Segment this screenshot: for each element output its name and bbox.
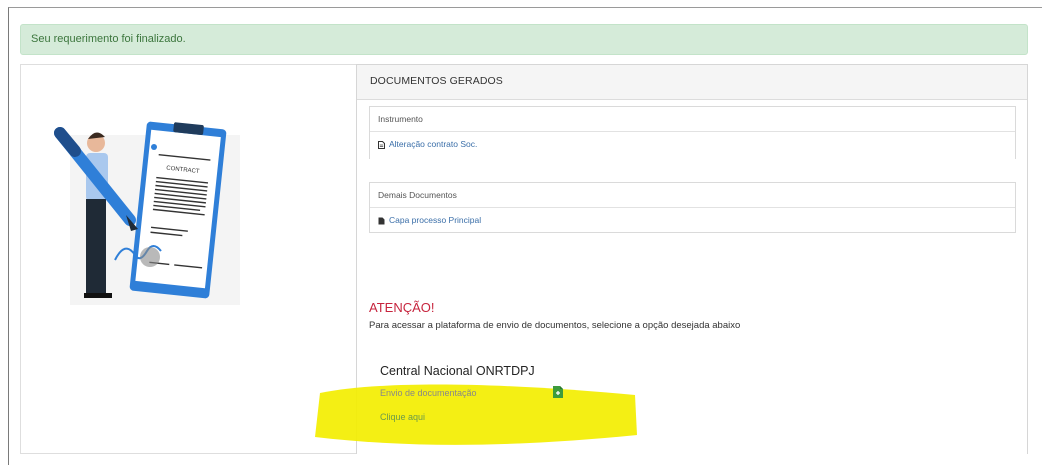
- document-icon: [378, 217, 385, 225]
- document-icon: [378, 140, 385, 149]
- section-row: Capa processo Principal: [370, 208, 1015, 233]
- success-alert: Seu requerimento foi finalizado.: [20, 24, 1028, 55]
- alert-message: Seu requerimento foi finalizado.: [31, 33, 186, 45]
- panel-title: DOCUMENTOS GERADOS: [357, 65, 1027, 100]
- attention-text: Para acessar a plataforma de envio de do…: [369, 320, 741, 331]
- document-link-capa[interactable]: Capa processo Principal: [389, 215, 481, 225]
- section-row: Alteração contrato Soc.: [370, 132, 1015, 157]
- click-here-link[interactable]: Clique aqui: [380, 412, 425, 422]
- instrument-section: Instrumento Alteração contrato Soc.: [369, 106, 1016, 159]
- attention-title: ATENÇÃO!: [369, 300, 435, 315]
- document-link-alteracao[interactable]: Alteração contrato Soc.: [389, 139, 477, 149]
- section-header: Demais Documentos: [370, 183, 1015, 208]
- platform-subtitle: Envio de documentação: [380, 388, 477, 398]
- platform-title: Central Nacional ONRTDPJ: [380, 364, 535, 378]
- green-document-icon: [553, 386, 563, 398]
- platform-card[interactable]: Central Nacional ONRTDPJ Envio de docume…: [370, 355, 580, 435]
- section-header: Instrumento: [370, 107, 1015, 132]
- contract-signing-illustration: CONTRACT: [54, 121, 240, 305]
- other-documents-section: Demais Documentos Capa processo Principa…: [369, 182, 1016, 233]
